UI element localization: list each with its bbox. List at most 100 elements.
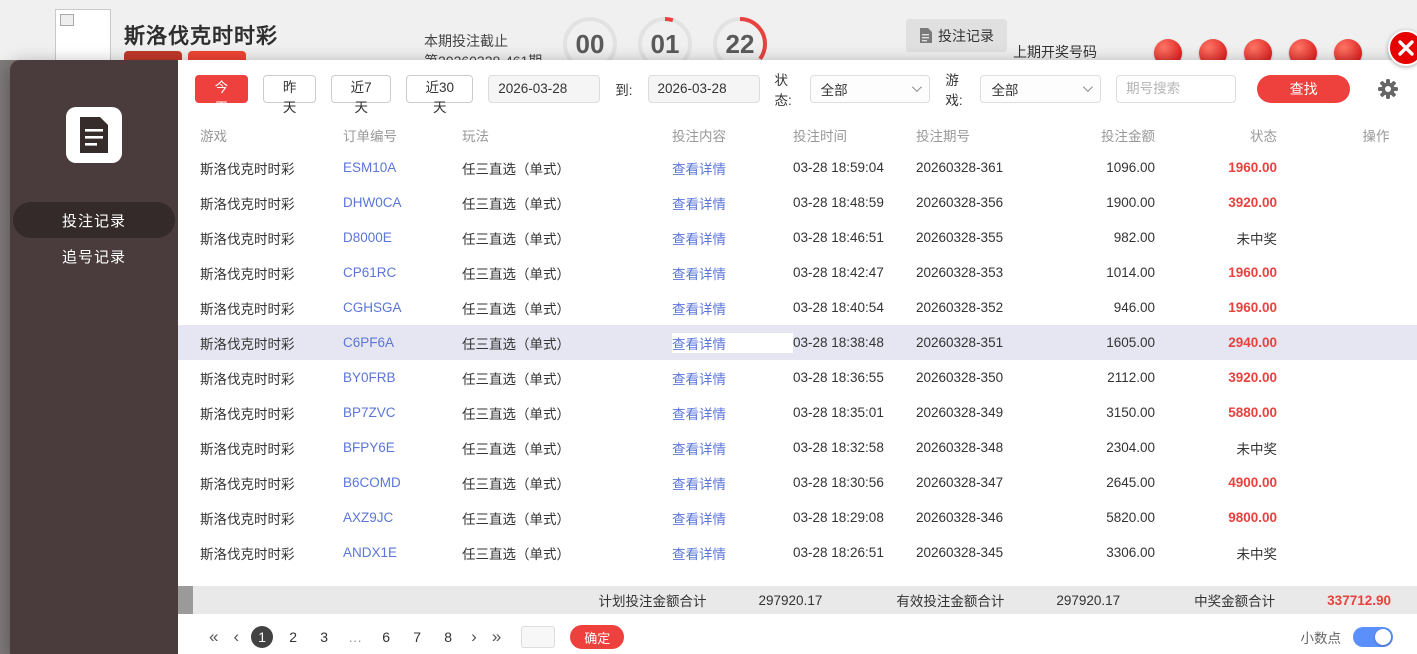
header-time: 投注时间 — [793, 125, 916, 145]
status-select[interactable]: 全部 — [810, 75, 931, 103]
page-button-1[interactable]: 1 — [251, 626, 273, 648]
filter-30days-button[interactable]: 近30天 — [406, 75, 473, 103]
cell-order[interactable]: D8000E — [343, 230, 462, 245]
cell-amount: 1096.00 — [1056, 160, 1160, 175]
page-button-2[interactable]: 2 — [282, 626, 304, 648]
view-details-link[interactable]: 查看详情 — [672, 298, 793, 318]
page-title: 斯洛伐克时时彩 — [124, 20, 278, 50]
filter-yesterday-button[interactable]: 昨天 — [263, 75, 316, 103]
search-button[interactable]: 查找 — [1257, 75, 1350, 103]
cell-period: 20260328-347 — [916, 475, 1056, 490]
cell-order[interactable]: AXZ9JC — [343, 510, 462, 525]
cell-period: 20260328-361 — [916, 160, 1056, 175]
summary-bar: 计划投注金额合计 297920.17 有效投注金额合计 297920.17 中奖… — [178, 586, 1417, 614]
table-row: 斯洛伐克时时彩ANDX1E任三直选（单式）查看详情03-28 18:26:512… — [178, 535, 1417, 570]
confirm-button[interactable]: 确定 — [570, 625, 624, 649]
countdown-digit: 22 — [726, 29, 755, 59]
cell-order[interactable]: BY0FRB — [343, 370, 462, 385]
bet-records-button-label: 投注记录 — [938, 26, 994, 46]
view-details-link[interactable]: 查看详情 — [672, 543, 793, 563]
filter-today-button[interactable]: 今天 — [195, 75, 248, 103]
close-icon — [1397, 39, 1415, 57]
view-details-link[interactable]: 查看详情 — [672, 368, 793, 388]
cell-play: 任三直选（单式） — [462, 263, 672, 283]
date-to-input[interactable] — [648, 75, 760, 103]
page-ellipsis: … — [344, 626, 366, 648]
cell-game: 斯洛伐克时时彩 — [200, 403, 343, 423]
cell-game: 斯洛伐克时时彩 — [200, 228, 343, 248]
countdown-digit: 01 — [651, 29, 680, 59]
bet-records-button[interactable]: 投注记录 — [906, 19, 1007, 52]
cell-amount: 982.00 — [1056, 230, 1160, 245]
cell-play: 任三直选（单式） — [462, 543, 672, 563]
cell-order[interactable]: B6COMD — [343, 475, 462, 490]
summary-value: 297920.17 — [1056, 593, 1120, 608]
status-label: 状态: — [775, 69, 803, 109]
page-button-8[interactable]: 8 — [437, 626, 459, 648]
view-details-link[interactable]: 查看详情 — [672, 508, 793, 528]
cell-period: 20260328-351 — [916, 335, 1056, 350]
view-details-link[interactable]: 查看详情 — [672, 228, 793, 248]
cell-play: 任三直选（单式） — [462, 403, 672, 423]
filter-7days-button[interactable]: 近7天 — [331, 75, 391, 103]
sidebar-item-bet-records[interactable]: 投注记录 — [13, 202, 175, 238]
cell-time: 03-28 18:59:04 — [793, 160, 916, 175]
view-details-link[interactable]: 查看详情 — [672, 263, 793, 283]
date-from-input[interactable] — [488, 75, 600, 103]
cell-play: 任三直选（单式） — [462, 438, 672, 458]
summary-valid: 有效投注金额合计 297920.17 — [896, 590, 1120, 610]
view-details-link[interactable]: 查看详情 — [672, 473, 793, 493]
cell-status: 1960.00 — [1160, 300, 1280, 315]
game-select-value: 全部 — [991, 79, 1018, 99]
cell-order[interactable]: ESM10A — [343, 160, 462, 175]
last-draw-label: 上期开奖号码 — [1013, 42, 1097, 62]
cell-amount: 1014.00 — [1056, 265, 1160, 280]
page-jump-input[interactable] — [521, 626, 555, 648]
cell-status: 4900.00 — [1160, 475, 1280, 490]
next-page-button[interactable]: › — [468, 627, 480, 647]
page-button-7[interactable]: 7 — [406, 626, 428, 648]
modal-sidebar: 投注记录 追号记录 — [10, 60, 178, 654]
decimal-toggle[interactable] — [1353, 627, 1393, 647]
cell-status: 3920.00 — [1160, 370, 1280, 385]
table-row: 斯洛伐克时时彩C6PF6A任三直选（单式）查看详情03-28 18:38:482… — [178, 325, 1417, 360]
cell-amount: 1605.00 — [1056, 335, 1160, 350]
cell-status: 未中奖 — [1160, 543, 1280, 563]
cell-status: 3920.00 — [1160, 195, 1280, 210]
game-select[interactable]: 全部 — [980, 75, 1101, 103]
prev-page-button[interactable]: ‹ — [230, 627, 242, 647]
cell-order[interactable]: ANDX1E — [343, 545, 462, 560]
last-page-button[interactable]: » — [489, 627, 504, 647]
page-button-3[interactable]: 3 — [313, 626, 335, 648]
header-action: 操作 — [1280, 125, 1417, 145]
view-details-link[interactable]: 查看详情 — [672, 193, 793, 213]
header-order: 订单编号 — [343, 125, 462, 145]
cell-order[interactable]: CP61RC — [343, 265, 462, 280]
cell-amount: 3306.00 — [1056, 545, 1160, 560]
settings-button[interactable] — [1377, 78, 1399, 100]
view-details-link[interactable]: 查看详情 — [672, 333, 793, 353]
summary-value: 337712.90 — [1327, 593, 1391, 608]
table-row: 斯洛伐克时时彩BY0FRB任三直选（单式）查看详情03-28 18:36:552… — [178, 360, 1417, 395]
cell-time: 03-28 18:26:51 — [793, 545, 916, 560]
sidebar-item-chase-records[interactable]: 追号记录 — [10, 238, 178, 274]
view-details-link[interactable]: 查看详情 — [672, 158, 793, 178]
table-row: 斯洛伐克时时彩DHW0CA任三直选（单式）查看详情03-28 18:48:592… — [178, 185, 1417, 220]
cell-order[interactable]: BP7ZVC — [343, 405, 462, 420]
cell-order[interactable]: BFPY6E — [343, 440, 462, 455]
status-select-value: 全部 — [821, 79, 848, 99]
cell-order[interactable]: DHW0CA — [343, 195, 462, 210]
first-page-button[interactable]: « — [206, 627, 221, 647]
cell-time: 03-28 18:48:59 — [793, 195, 916, 210]
summary-planned: 计划投注金额合计 297920.17 — [599, 590, 823, 610]
cell-order[interactable]: C6PF6A — [343, 335, 462, 350]
period-search-input[interactable] — [1116, 75, 1236, 103]
cell-game: 斯洛伐克时时彩 — [200, 438, 343, 458]
summary-value: 297920.17 — [759, 593, 823, 608]
cell-time: 03-28 18:46:51 — [793, 230, 916, 245]
page-button-6[interactable]: 6 — [375, 626, 397, 648]
cell-order[interactable]: CGHSGA — [343, 300, 462, 315]
close-button[interactable] — [1388, 30, 1417, 66]
view-details-link[interactable]: 查看详情 — [672, 438, 793, 458]
view-details-link[interactable]: 查看详情 — [672, 403, 793, 423]
